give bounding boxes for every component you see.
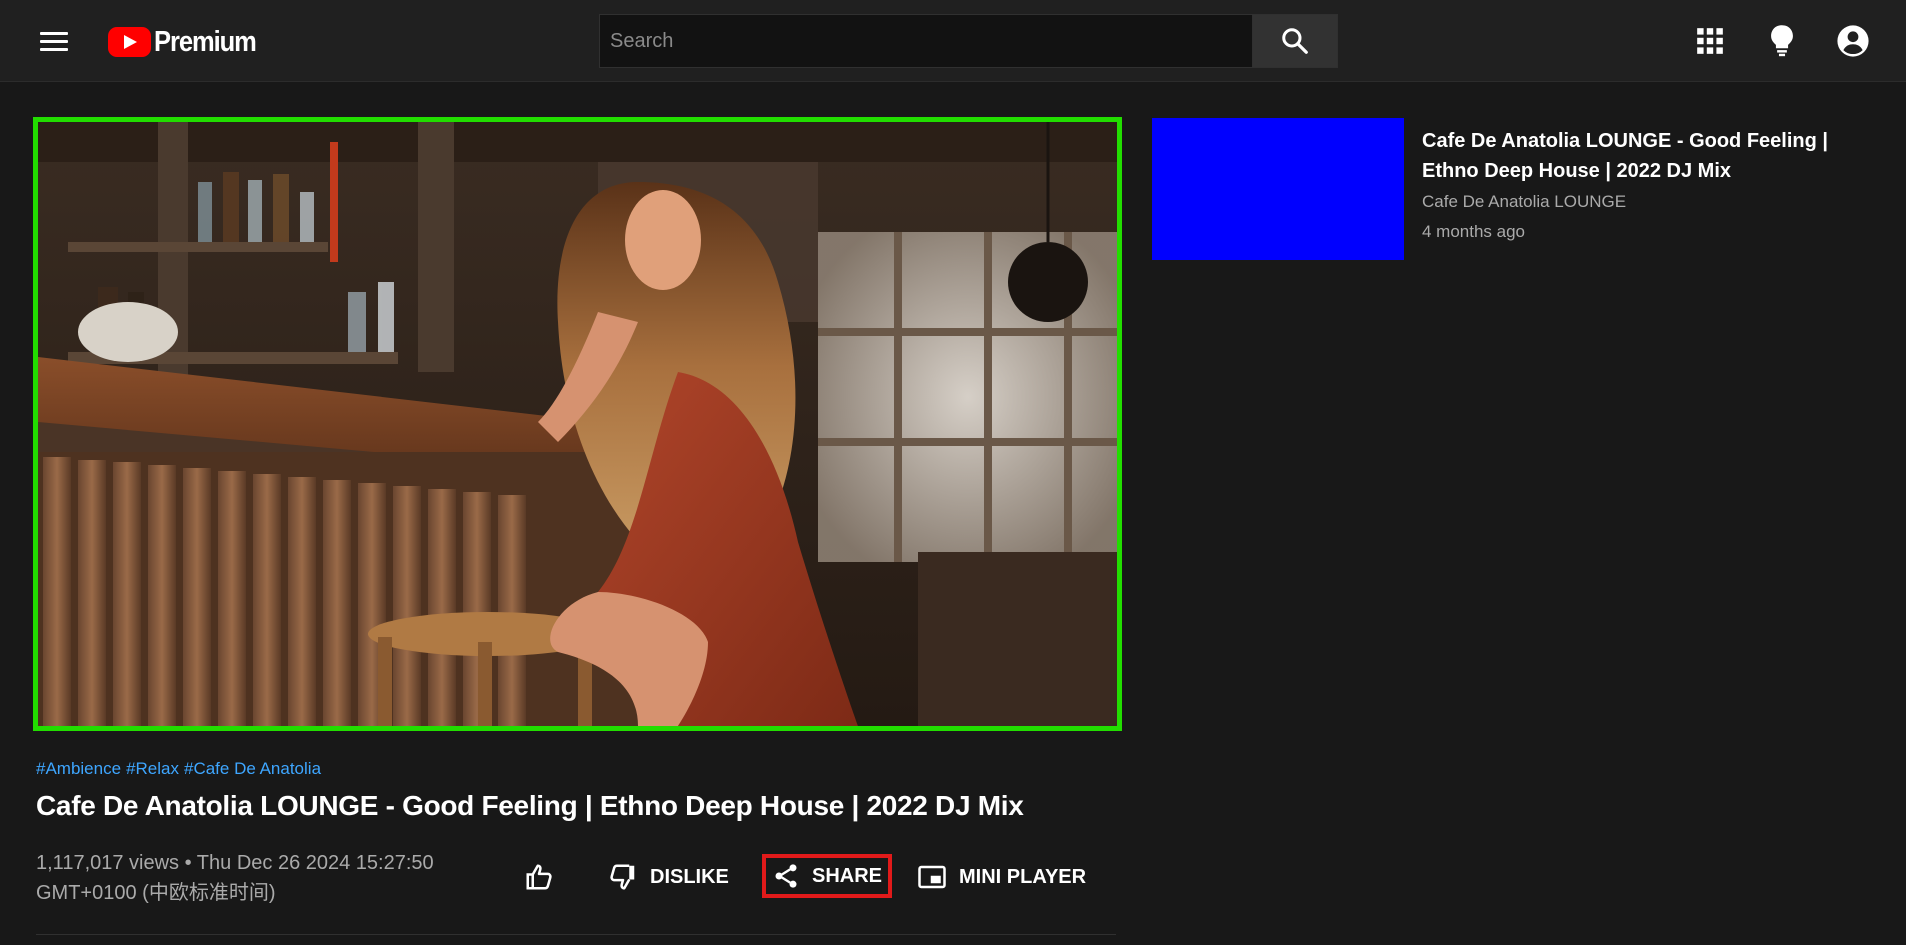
recommended-video-title[interactable]: Cafe De Anatolia LOUNGE - Good Feeling |…	[1422, 126, 1882, 186]
youtube-logo[interactable]: Premium	[108, 24, 270, 60]
account-circle-icon[interactable]	[1834, 22, 1872, 60]
video-player[interactable]	[33, 117, 1122, 731]
video-frame-image	[38, 122, 1117, 726]
video-title: Cafe De Anatolia LOUNGE - Good Feeling |…	[36, 790, 1024, 821]
share-icon	[772, 862, 800, 890]
divider	[36, 934, 1116, 935]
mini-player-icon	[917, 862, 947, 892]
thumbs-up-icon	[524, 862, 554, 892]
timezone-text: GMT+0100 (中欧标准时间)	[36, 882, 276, 904]
hashtags: #Ambience #Relax #Cafe De Anatolia	[36, 759, 326, 779]
apps-grid-icon[interactable]	[1691, 22, 1729, 60]
search-icon	[1282, 28, 1308, 54]
top-header: Premium	[0, 0, 1906, 82]
recommended-video-thumbnail[interactable]	[1152, 118, 1404, 260]
mini-player-label: MINI PLAYER	[959, 865, 1087, 888]
search-input[interactable]	[599, 14, 1252, 68]
like-button[interactable]	[524, 856, 554, 898]
lightbulb-icon[interactable]	[1763, 22, 1801, 60]
search-button[interactable]	[1252, 14, 1338, 68]
youtube-logo-icon	[108, 27, 151, 57]
dislike-label: DISLIKE	[650, 865, 729, 888]
recommended-video-channel[interactable]: Cafe De Anatolia LOUNGE	[1422, 192, 1626, 212]
mini-player-button[interactable]: MINI PLAYER	[917, 856, 1086, 898]
thumbs-down-icon	[608, 862, 638, 892]
hashtag-cafe-de-anatolia[interactable]: #Cafe De Anatolia	[184, 759, 321, 778]
logo-text: Premium	[154, 25, 257, 58]
video-meta: 1,117,017 views • Thu Dec 26 2024 15:27:…	[36, 848, 506, 908]
menu-icon[interactable]	[38, 26, 70, 56]
share-label: SHARE	[812, 864, 883, 887]
hashtag-relax[interactable]: #Relax	[126, 759, 179, 778]
dislike-button[interactable]: DISLIKE	[608, 856, 729, 898]
hashtag-ambience[interactable]: #Ambience	[36, 759, 121, 778]
view-count-date: 1,117,017 views • Thu Dec 26 2024 15:27:…	[36, 852, 434, 874]
recommended-video-age: 4 months ago	[1422, 222, 1526, 241]
share-button[interactable]: SHARE	[762, 854, 893, 898]
